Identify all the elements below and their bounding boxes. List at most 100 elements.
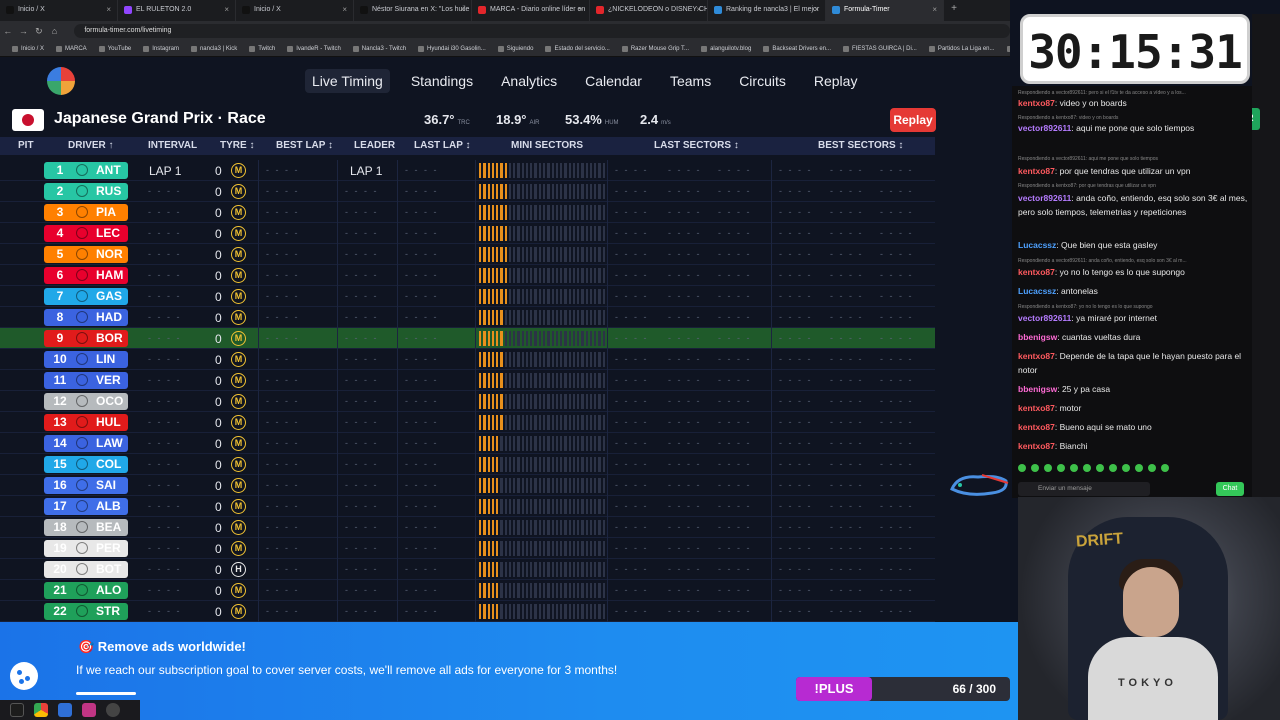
- driver-badge[interactable]: 12 OCO: [44, 393, 128, 410]
- col-last-lap[interactable]: LAST LAP ↕: [414, 140, 470, 151]
- browser-tab[interactable]: Inicio / X ×: [0, 0, 118, 21]
- driver-badge[interactable]: 13 HUL: [44, 414, 128, 431]
- close-icon[interactable]: ×: [342, 5, 347, 14]
- chat-username[interactable]: bbenigsw: [1018, 384, 1057, 394]
- close-icon[interactable]: ×: [106, 5, 111, 14]
- chat-username[interactable]: vector892611: [1018, 313, 1071, 323]
- table-row[interactable]: 12 OCO - - - - 0M - - - - - - - - - - - - - - -…: [0, 391, 935, 412]
- driver-badge[interactable]: 10 LIN: [44, 351, 128, 368]
- chat-username[interactable]: kentxo87: [1018, 166, 1055, 176]
- chrome-icon[interactable]: [34, 703, 48, 717]
- nav-replay[interactable]: Replay: [807, 69, 865, 93]
- driver-badge[interactable]: 18 BEA: [44, 519, 128, 536]
- bookmark-item[interactable]: Instagram: [143, 45, 179, 52]
- nav-calendar[interactable]: Calendar: [578, 69, 649, 93]
- bookmark-item[interactable]: Nancla3 - Twitch: [352, 45, 406, 52]
- driver-badge[interactable]: 14 LAW: [44, 435, 128, 452]
- browser-tab[interactable]: Formula-Timer ×: [826, 0, 944, 21]
- chat-username[interactable]: kentxo87: [1018, 351, 1055, 361]
- table-row[interactable]: 4 LEC - - - - 0M - - - - - - - - - - - - - - - …: [0, 223, 935, 244]
- driver-badge[interactable]: 7 GAS: [44, 288, 128, 305]
- bookmark-item[interactable]: Twitch: [249, 45, 275, 52]
- bookmark-item[interactable]: Siguiendo: [497, 45, 533, 52]
- bookmark-item[interactable]: Backseat Drivers en...: [763, 45, 831, 52]
- chat-username[interactable]: vector892611: [1018, 123, 1071, 133]
- chat-username[interactable]: kentxo87: [1018, 267, 1055, 277]
- site-logo[interactable]: [47, 67, 75, 95]
- table-row[interactable]: 6 HAM - - - - 0M - - - - - - - - - - - - - - - …: [0, 265, 935, 286]
- driver-badge[interactable]: 16 SAI: [44, 477, 128, 494]
- bookmark-item[interactable]: Estado del servicio...: [545, 45, 610, 52]
- browser-tab[interactable]: ¿NICKELODEON o DISNEY CHA ×: [590, 0, 708, 21]
- table-row[interactable]: 9 BOR - - - - 0M - - - - - - - - - - - - - - - …: [0, 328, 935, 349]
- driver-badge[interactable]: 8 HAD: [44, 309, 128, 326]
- driver-badge[interactable]: 3 PIA: [44, 204, 128, 221]
- close-icon[interactable]: ×: [696, 5, 701, 14]
- chat-username[interactable]: kentxo87: [1018, 98, 1055, 108]
- close-icon[interactable]: ×: [224, 5, 229, 14]
- table-row[interactable]: 5 NOR - - - - 0M - - - - - - - - - - - - - - - …: [0, 244, 935, 265]
- bookmark-item[interactable]: FIESTAS GUIRCA | Di...: [843, 45, 917, 52]
- table-row[interactable]: 7 GAS - - - - 0M - - - - - - - - - - - - - - - …: [0, 286, 935, 307]
- table-row[interactable]: 21 ALO - - - - 0M - - - - - - - - - - - - - - -…: [0, 580, 935, 601]
- browser-tab[interactable]: EL RULETON 2.0 ×: [118, 0, 236, 21]
- chat-username[interactable]: Lucacssz: [1018, 286, 1056, 296]
- app-icon-2[interactable]: [82, 703, 96, 717]
- nav-circuits[interactable]: Circuits: [732, 69, 793, 93]
- driver-badge[interactable]: 11 VER: [44, 372, 128, 389]
- table-row[interactable]: 1 ANT LAP 1 0M - - - - LAP 1 - - - - - - - - - -…: [0, 160, 935, 181]
- bookmark-item[interactable]: Hyundai i30 Gasolin...: [418, 45, 486, 52]
- chat-username[interactable]: kentxo87: [1018, 441, 1055, 451]
- cookie-icon[interactable]: [10, 662, 38, 690]
- bookmark-item[interactable]: Partidos La Liga en...: [928, 45, 995, 52]
- settings-icon[interactable]: [106, 703, 120, 717]
- col-best-sectors[interactable]: BEST SECTORS ↕: [818, 140, 903, 151]
- driver-badge[interactable]: 19 PER: [44, 540, 128, 557]
- bookmark-item[interactable]: Con: [1006, 45, 1010, 52]
- bookmark-item[interactable]: Inicio / X: [12, 45, 44, 52]
- nav-teams[interactable]: Teams: [663, 69, 718, 93]
- plus-goal-widget[interactable]: !PLUS 66 / 300: [796, 677, 1010, 701]
- table-row[interactable]: 19 PER - - - - 0M - - - - - - - - - - - - - - -…: [0, 538, 935, 559]
- table-row[interactable]: 15 COL - - - - 0M - - - - - - - - - - - - - - -…: [0, 454, 935, 475]
- col-tyre[interactable]: TYRE ↕: [220, 140, 254, 151]
- close-icon[interactable]: ×: [932, 5, 937, 14]
- chat-input[interactable]: Enviar un mensaje: [1018, 482, 1150, 496]
- chat-username[interactable]: kentxo87: [1018, 422, 1055, 432]
- close-icon[interactable]: ×: [578, 5, 583, 14]
- driver-badge[interactable]: 20 BOT: [44, 561, 128, 578]
- table-row[interactable]: 11 VER - - - - 0M - - - - - - - - - - - - - - -…: [0, 370, 935, 391]
- close-icon[interactable]: ×: [460, 5, 465, 14]
- new-tab-button[interactable]: +: [944, 0, 964, 21]
- nav-analytics[interactable]: Analytics: [494, 69, 564, 93]
- chat-username[interactable]: kentxo87: [1018, 403, 1055, 413]
- driver-badge[interactable]: 6 HAM: [44, 267, 128, 284]
- back-icon[interactable]: ←: [0, 26, 16, 36]
- chat-send-button[interactable]: Chat: [1216, 482, 1244, 496]
- driver-badge[interactable]: 21 ALO: [44, 582, 128, 599]
- table-row[interactable]: 8 HAD - - - - 0M - - - - - - - - - - - - - - - …: [0, 307, 935, 328]
- nav-live-timing[interactable]: Live Timing: [305, 69, 390, 93]
- chat-username[interactable]: vector892611: [1018, 193, 1071, 203]
- driver-badge[interactable]: 22 STR: [44, 603, 128, 620]
- table-row[interactable]: 20 BOT - - - - 0H - - - - - - - - - - - - - - -…: [0, 559, 935, 580]
- browser-tab[interactable]: Inicio / X ×: [236, 0, 354, 21]
- col-driver[interactable]: DRIVER ↑: [68, 140, 114, 151]
- col-last-sectors[interactable]: LAST SECTORS ↕: [654, 140, 739, 151]
- table-row[interactable]: 14 LAW - - - - 0M - - - - - - - - - - - - - - -…: [0, 433, 935, 454]
- bookmark-item[interactable]: nancla3 | Kick: [190, 45, 237, 52]
- table-row[interactable]: 16 SAI - - - - 0M - - - - - - - - - - - - - - -…: [0, 475, 935, 496]
- chat-username[interactable]: Lucacssz: [1018, 240, 1056, 250]
- bookmark-item[interactable]: IvandeR - Twitch: [287, 45, 341, 52]
- bookmark-item[interactable]: MARCA: [56, 45, 87, 52]
- url-field[interactable]: formula-timer.com/livetiming: [74, 24, 1010, 38]
- driver-badge[interactable]: 9 BOR: [44, 330, 128, 347]
- table-row[interactable]: 22 STR - - - - 0M - - - - - - - - - - - - - - -…: [0, 601, 935, 622]
- reload-icon[interactable]: ↻: [31, 26, 47, 37]
- bookmark-item[interactable]: alanguilotv.blog: [701, 45, 751, 52]
- col-best-lap[interactable]: BEST LAP ↕: [276, 140, 333, 151]
- home-icon[interactable]: ⌂: [47, 26, 63, 36]
- chat-username[interactable]: bbenigsw: [1018, 332, 1057, 342]
- driver-badge[interactable]: 5 NOR: [44, 246, 128, 263]
- forward-icon[interactable]: →: [16, 26, 32, 36]
